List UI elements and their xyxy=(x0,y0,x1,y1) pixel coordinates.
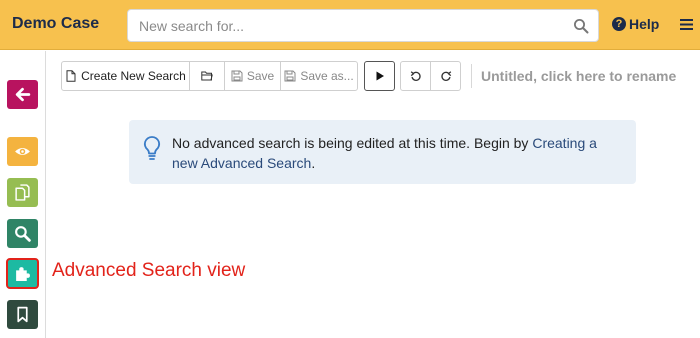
lightbulb-icon xyxy=(143,136,161,160)
rename-search-title[interactable]: Untitled, click here to rename xyxy=(481,68,676,84)
search-input[interactable] xyxy=(128,10,558,41)
save-label: Save xyxy=(246,69,275,83)
undo-icon xyxy=(410,71,421,81)
menu-icon[interactable] xyxy=(680,18,693,31)
open-search-button[interactable] xyxy=(189,61,225,91)
info-message-box: No advanced search is being edited at th… xyxy=(129,120,636,184)
copy-icon xyxy=(15,184,30,201)
help-icon: ? xyxy=(612,17,626,31)
search-view-button[interactable] xyxy=(7,219,38,248)
save-as-button[interactable]: Save as... xyxy=(280,61,358,91)
info-message-text: No advanced search is being edited at th… xyxy=(172,135,533,151)
run-search-button[interactable] xyxy=(364,61,395,91)
back-button[interactable] xyxy=(7,80,38,109)
search-icon[interactable] xyxy=(573,18,589,34)
save-icon xyxy=(231,70,243,82)
advanced-search-button[interactable] xyxy=(6,258,39,289)
copy-button[interactable] xyxy=(7,178,38,207)
play-icon xyxy=(376,71,384,81)
sidebar xyxy=(0,51,46,338)
create-new-search-button[interactable]: Create New Search xyxy=(61,61,190,91)
save-as-icon xyxy=(284,70,296,82)
bookmark-icon xyxy=(17,306,28,323)
toolbar-divider xyxy=(471,64,472,88)
view-button[interactable] xyxy=(7,137,38,166)
puzzle-icon xyxy=(16,267,30,281)
top-bar: Demo Case ? Help xyxy=(0,0,700,50)
save-as-label: Save as... xyxy=(300,69,354,83)
back-arrow-icon xyxy=(15,87,31,102)
redo-button[interactable] xyxy=(430,61,461,91)
annotation-label: Advanced Search view xyxy=(52,260,246,281)
bookmark-button[interactable] xyxy=(7,300,38,329)
magnifier-icon xyxy=(15,226,31,242)
save-button[interactable]: Save xyxy=(224,61,281,91)
help-link[interactable]: ? Help xyxy=(612,16,659,32)
help-label: Help xyxy=(629,16,660,32)
info-message: No advanced search is being edited at th… xyxy=(172,133,622,173)
folder-icon xyxy=(201,71,213,81)
file-icon xyxy=(66,70,76,82)
undo-button[interactable] xyxy=(400,61,431,91)
search-box[interactable] xyxy=(127,9,599,42)
eye-icon xyxy=(15,148,30,155)
case-title[interactable]: Demo Case xyxy=(12,15,99,33)
info-message-suffix: . xyxy=(311,155,316,171)
create-new-search-label: Create New Search xyxy=(81,69,186,83)
redo-icon xyxy=(440,71,451,81)
